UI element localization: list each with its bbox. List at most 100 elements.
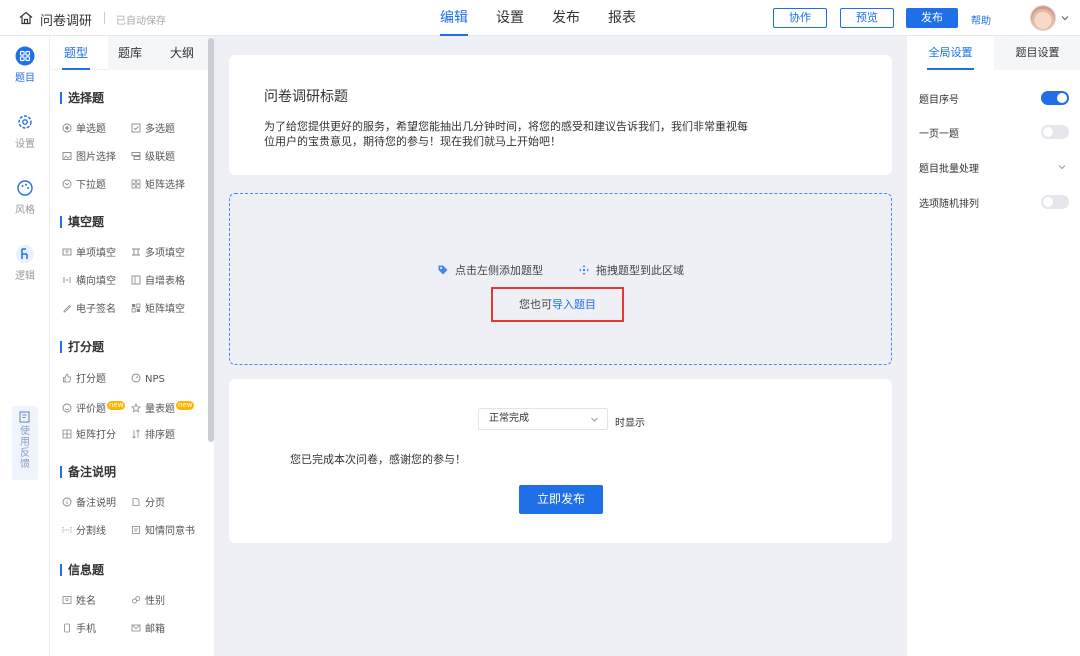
setting-label: 题目序号 — [919, 95, 959, 106]
publish-now-button[interactable]: 立即发布 — [519, 485, 603, 514]
list-item[interactable]: 性别 — [131, 595, 165, 609]
list-item[interactable]: 下拉题 — [62, 179, 106, 193]
completion-type-select[interactable]: 正常完成 — [478, 408, 608, 430]
setting-label: 题目批量处理 — [919, 164, 979, 175]
tab-question-types[interactable]: 题型 — [61, 36, 91, 70]
list-item[interactable]: 手机 — [62, 623, 96, 637]
radio-icon — [62, 123, 72, 133]
palette-icon — [17, 180, 33, 196]
phone-icon — [64, 623, 70, 633]
one-per-page-toggle[interactable] — [1041, 125, 1069, 139]
rail-item-style[interactable]: 风格 — [0, 178, 50, 216]
list-item[interactable]: 分割线 — [62, 525, 106, 539]
tab-global-settings[interactable]: 全局设置 — [907, 36, 994, 70]
section-title: 备注说明 — [60, 466, 116, 478]
list-item[interactable]: 矩阵选择 — [131, 179, 185, 193]
star-icon — [131, 403, 141, 413]
chevron-down-icon[interactable] — [1057, 162, 1067, 172]
main-nav: 编辑 设置 发布 报表 — [440, 0, 664, 36]
completion-card: 正常完成 时显示 您已完成本次问卷，感谢您的参与！ 立即发布 — [229, 379, 892, 543]
import-highlight: 您也可导入题目 — [491, 287, 624, 322]
list-item[interactable]: 打分题 — [62, 373, 106, 387]
list-item[interactable]: 单项填空 — [62, 247, 116, 261]
nav-report[interactable]: 报表 — [608, 0, 636, 36]
section-title: 信息题 — [60, 564, 104, 576]
rail-label: 设置 — [15, 139, 35, 150]
setting-random-options: 选项随机排列 — [919, 194, 1069, 210]
list-item[interactable]: 分页 — [131, 497, 165, 511]
survey-description[interactable]: 为了给您提供更好的服务，希望您能抽出几分钟时间，将您的感受和建议告诉我们，我们非… — [264, 119, 754, 149]
survey-title[interactable]: 问卷调研标题 — [264, 86, 348, 106]
nav-settings[interactable]: 设置 — [496, 0, 524, 36]
matrix-icon — [131, 179, 141, 189]
list-item[interactable]: NPS — [131, 373, 165, 387]
settings-panel: 全局设置 题目设置 题目序号 一页一题 题目批量处理 选项随机排列 — [906, 36, 1080, 656]
dropdown-icon — [62, 179, 72, 189]
list-item[interactable]: 备注说明 — [62, 497, 116, 511]
setting-label: 一页一题 — [919, 129, 959, 140]
matrix-score-icon — [62, 429, 72, 439]
nav-edit[interactable]: 编辑 — [440, 0, 468, 36]
list-item[interactable]: 评价题 new — [62, 401, 126, 415]
edit-icon — [19, 411, 30, 423]
feedback-button[interactable]: 使用反馈 — [12, 406, 38, 480]
collaborate-button[interactable]: 协作 — [773, 8, 827, 28]
setting-batch-process[interactable]: 题目批量处理 — [919, 159, 1069, 175]
list-item[interactable]: 量表题 new — [131, 401, 195, 415]
tag-icon — [438, 265, 448, 275]
random-options-toggle[interactable] — [1041, 195, 1069, 209]
chevron-down-icon[interactable] — [1060, 13, 1070, 23]
survey-header-card[interactable]: 问卷调研标题 为了给您提供更好的服务，希望您能抽出几分钟时间，将您的感受和建议告… — [229, 55, 892, 175]
avatar[interactable] — [1030, 5, 1056, 31]
cascade-icon — [131, 152, 141, 160]
question-drop-zone[interactable]: 点击左侧添加题型 拖拽题型到此区域 您也可导入题目 — [229, 193, 892, 365]
list-item[interactable]: 图片选择 — [62, 151, 116, 165]
icon-rail: 题目 设置 风格 逻辑 使用反馈 — [0, 36, 50, 656]
list-item[interactable]: 横向填空 — [62, 275, 116, 289]
text-field-icon — [62, 248, 72, 256]
top-bar: 问卷调研 已自动保存 编辑 设置 发布 报表 协作 预览 发布 帮助 — [0, 0, 1080, 36]
horizontal-fill-icon — [63, 277, 71, 283]
publish-button[interactable]: 发布 — [906, 8, 958, 28]
image-icon — [62, 152, 72, 160]
tab-question-bank[interactable]: 题库 — [118, 36, 142, 70]
import-questions-link[interactable]: 导入题目 — [552, 298, 596, 311]
list-item[interactable]: 邮箱 — [131, 623, 165, 637]
import-prefix: 您也可 — [519, 298, 552, 311]
tab-outline[interactable]: 大纲 — [170, 36, 194, 70]
time-show-label: 时显示 — [615, 418, 645, 429]
nav-publish[interactable]: 发布 — [552, 0, 580, 36]
tab-question-settings[interactable]: 题目设置 — [994, 36, 1080, 70]
list-item[interactable]: 级联题 — [131, 151, 175, 165]
left-panel-scrollbar[interactable] — [208, 38, 214, 442]
divider — [104, 12, 105, 24]
list-item[interactable]: 多选题 — [131, 123, 175, 137]
drag-hint: 拖拽题型到此区域 — [578, 262, 684, 278]
list-item[interactable]: 矩阵打分 — [62, 429, 116, 443]
list-item[interactable]: 电子签名 — [62, 303, 116, 317]
preview-button[interactable]: 预览 — [840, 8, 894, 28]
list-item[interactable]: 姓名 — [62, 595, 96, 609]
home-icon[interactable] — [18, 10, 34, 26]
setting-label: 选项随机排列 — [919, 199, 979, 210]
gauge-icon — [131, 373, 141, 383]
list-item[interactable]: 知情同意书 — [131, 525, 195, 539]
list-item[interactable]: 排序题 — [131, 429, 175, 443]
thumb-up-icon — [63, 373, 71, 383]
rail-item-settings[interactable]: 设置 — [0, 112, 50, 150]
completion-message[interactable]: 您已完成本次问卷，感谢您的参与！ — [290, 451, 466, 467]
pen-icon — [63, 304, 72, 313]
list-item[interactable]: 单选题 — [62, 123, 106, 137]
divider-icon — [62, 527, 72, 533]
question-number-toggle[interactable] — [1041, 91, 1069, 105]
list-item[interactable]: 矩阵填空 — [131, 303, 185, 317]
list-item[interactable]: 自增表格 — [131, 275, 185, 289]
list-item[interactable]: 多项填空 — [131, 247, 185, 261]
question-type-panel: 题型 题库 大纲 选择题 单选题 多选题 图片选择 级联题 下拉题 矩阵选择 填… — [50, 36, 215, 656]
autosave-status: 已自动保存 — [116, 16, 166, 27]
help-link[interactable]: 帮助 — [971, 12, 991, 27]
add-hint: 点击左侧添加题型 — [437, 262, 543, 278]
rail-item-logic[interactable]: 逻辑 — [0, 244, 50, 282]
app-title: 问卷调研 — [40, 14, 93, 29]
rail-item-questions[interactable]: 题目 — [0, 46, 50, 84]
